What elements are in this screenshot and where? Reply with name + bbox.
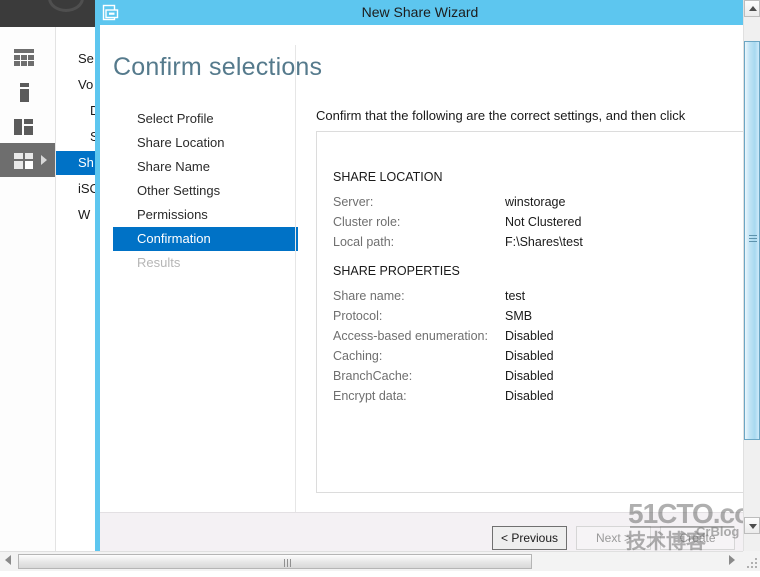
sidebar-item-file-and-storage-services[interactable]: [0, 143, 55, 177]
horizontal-scrollbar-thumb[interactable]: [18, 554, 532, 569]
resize-grip-icon[interactable]: [747, 558, 758, 569]
summary-value: Not Clustered: [505, 215, 582, 229]
scroll-down-button[interactable]: [744, 517, 760, 534]
scrollbar-grip-icon: [749, 235, 757, 244]
dashboard-icon: [14, 49, 34, 67]
sidebar-item-all-servers[interactable]: [0, 109, 55, 143]
summary-label: Share name:: [333, 289, 405, 303]
summary-label: Local path:: [333, 235, 395, 249]
sidebar-item-dashboard[interactable]: [0, 41, 55, 75]
expand-arrow-icon[interactable]: [41, 155, 47, 165]
summary-row-protocol: Protocol: SMB: [333, 307, 532, 325]
shares-icon: [14, 151, 34, 169]
wizard-content-pane: Confirm that the following are the corre…: [312, 25, 745, 512]
summary-label: Encrypt data:: [333, 389, 407, 403]
summary-row-server: Server: winstorage: [333, 193, 565, 211]
chevron-down-icon: [749, 524, 757, 529]
wizard-step-list: Select Profile Share Location Share Name…: [113, 107, 298, 275]
create-button: Create: [660, 526, 735, 550]
summary-section-title-share-location: SHARE LOCATION: [333, 170, 443, 184]
summary-label: Server:: [333, 195, 374, 209]
summary-value: Disabled: [505, 349, 554, 363]
summary-value: test: [505, 289, 526, 303]
summary-value: F:\Shares\test: [505, 235, 583, 249]
new-share-wizard-dialog: New Share Wizard Confirm selections Sele…: [95, 0, 745, 551]
previous-button[interactable]: < Previous: [492, 526, 567, 550]
horizontal-scrollbar[interactable]: [0, 551, 760, 571]
wizard-step-permissions[interactable]: Permissions: [113, 203, 298, 227]
wizard-body: Confirm selections Select Profile Share …: [100, 25, 745, 513]
chevron-left-icon[interactable]: [5, 555, 11, 565]
wizard-divider: [295, 45, 296, 513]
wizard-step-other-settings[interactable]: Other Settings: [113, 179, 298, 203]
chevron-up-icon: [749, 6, 757, 11]
chevron-right-icon[interactable]: [729, 555, 735, 565]
summary-label: Caching:: [333, 349, 383, 363]
summary-row-access-based-enumeration: Access-based enumeration: Disabled: [333, 327, 554, 345]
summary-row-branchcache: BranchCache: Disabled: [333, 367, 554, 385]
summary-value: Disabled: [505, 389, 554, 403]
wizard-step-confirmation[interactable]: Confirmation: [113, 227, 298, 251]
summary-label: Cluster role:: [333, 215, 401, 229]
summary-value: SMB: [505, 309, 533, 323]
vertical-scrollbar-thumb[interactable]: [744, 41, 760, 440]
summary-box: SHARE LOCATION Server: winstorage Cluster…: [316, 131, 745, 493]
summary-row-local-path: Local path: F:\Shares\test: [333, 233, 583, 251]
summary-label: BranchCache:: [333, 369, 413, 383]
summary-section-title-share-properties: SHARE PROPERTIES: [333, 264, 460, 278]
page-title: Confirm selections: [113, 53, 323, 81]
scrollbar-corner: [743, 551, 760, 571]
sidebar-item-local-server[interactable]: [0, 75, 55, 109]
summary-label: Access-based enumeration:: [333, 329, 488, 343]
summary-label: Protocol:: [333, 309, 383, 323]
summary-value: Disabled: [505, 369, 554, 383]
summary-value: Disabled: [505, 329, 554, 343]
summary-row-cluster-role: Cluster role: Not Clustered: [333, 213, 581, 231]
wizard-title: New Share Wizard: [361, 4, 479, 20]
wizard-step-share-name[interactable]: Share Name: [113, 155, 298, 179]
wizard-step-results: Results: [137, 255, 181, 270]
summary-row-share-name: Share name: test: [333, 287, 525, 305]
instruction-text: Confirm that the following are the corre…: [316, 108, 686, 123]
scrollbar-grip-icon: [284, 559, 293, 567]
scroll-up-button[interactable]: [744, 0, 760, 17]
wizard-step-share-location[interactable]: Share Location: [113, 131, 298, 155]
wizard-titlebar[interactable]: New Share Wizard: [95, 0, 745, 25]
server-icon: [14, 83, 34, 102]
vertical-scrollbar[interactable]: [743, 0, 760, 551]
server-manager-logo-icon: [48, 0, 84, 12]
wizard-step-select-profile[interactable]: Select Profile: [113, 107, 298, 131]
volumes-icon: [14, 117, 34, 135]
next-button: Next >: [576, 526, 651, 550]
summary-row-caching: Caching: Disabled: [333, 347, 554, 365]
server-manager-icon-sidebar: [0, 27, 56, 551]
summary-value: winstorage: [505, 195, 566, 209]
summary-row-encrypt-data: Encrypt data: Disabled: [333, 387, 554, 405]
wizard-footer: < Previous Next > Create: [100, 512, 745, 551]
